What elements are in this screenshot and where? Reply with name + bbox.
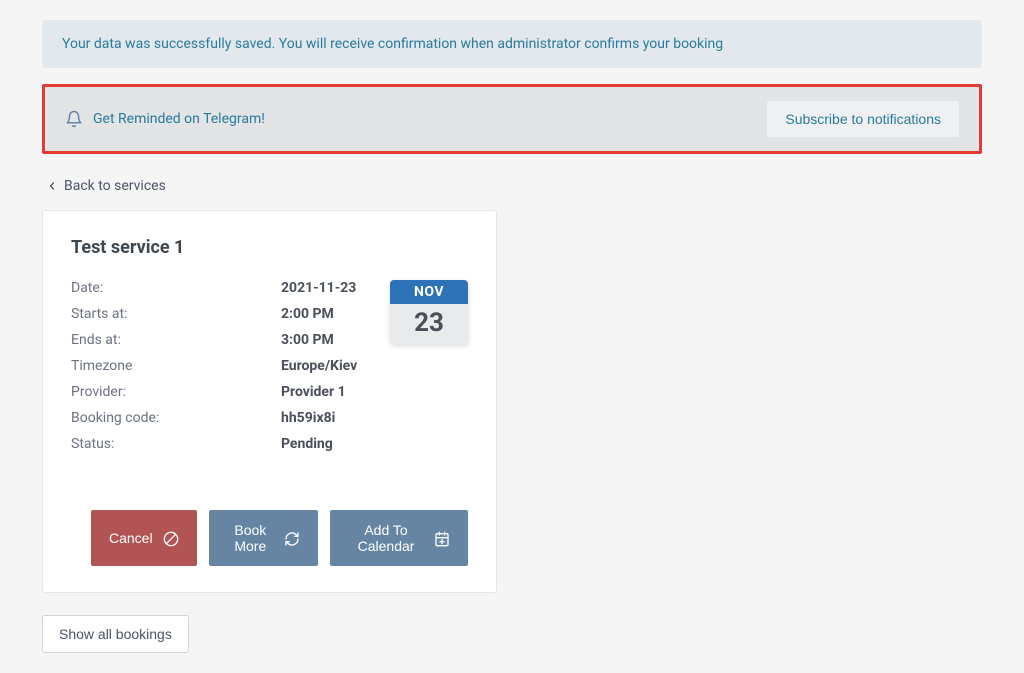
date-tile: NOV 23	[390, 280, 468, 344]
chevron-left-icon	[46, 178, 58, 194]
bell-icon	[65, 110, 83, 128]
notification-bar: Get Reminded on Telegram! Subscribe to n…	[42, 84, 982, 154]
book-more-button[interactable]: Book More	[209, 510, 318, 566]
info-row-timezone: Timezone Europe/Kiev	[71, 358, 374, 374]
info-value: 2:00 PM	[281, 306, 334, 322]
info-value: Europe/Kiev	[281, 358, 357, 374]
info-row-status: Status: Pending	[71, 436, 374, 452]
info-label: Booking code:	[71, 410, 281, 426]
info-row-ends: Ends at: 3:00 PM	[71, 332, 374, 348]
date-tile-month: NOV	[390, 280, 468, 304]
back-link-label: Back to services	[64, 178, 166, 194]
subscribe-button[interactable]: Subscribe to notifications	[767, 101, 959, 137]
info-value: Provider 1	[281, 384, 346, 400]
info-label: Status:	[71, 436, 281, 452]
info-label: Provider:	[71, 384, 281, 400]
cancel-button[interactable]: Cancel	[91, 510, 197, 566]
info-value: 3:00 PM	[281, 332, 334, 348]
info-label: Date:	[71, 280, 281, 296]
date-tile-day: 23	[390, 304, 468, 344]
booking-card: Test service 1 Date: 2021-11-23 Starts a…	[42, 210, 497, 593]
reminder-text: Get Reminded on Telegram!	[93, 111, 265, 127]
add-calendar-label: Add To Calendar	[348, 522, 424, 554]
info-row-date: Date: 2021-11-23	[71, 280, 374, 296]
add-to-calendar-button[interactable]: Add To Calendar	[330, 510, 468, 566]
alert-message: Your data was successfully saved. You wi…	[62, 36, 723, 52]
book-more-label: Book More	[227, 522, 274, 554]
info-label: Starts at:	[71, 306, 281, 322]
info-value: hh59ix8i	[281, 410, 335, 426]
show-all-bookings-button[interactable]: Show all bookings	[42, 615, 189, 653]
refresh-icon	[284, 529, 300, 546]
info-row-provider: Provider: Provider 1	[71, 384, 374, 400]
success-alert: Your data was successfully saved. You wi…	[42, 20, 982, 68]
info-row-code: Booking code: hh59ix8i	[71, 410, 374, 426]
info-label: Ends at:	[71, 332, 281, 348]
info-value: 2021-11-23	[281, 280, 356, 296]
booking-title: Test service 1	[71, 237, 468, 258]
info-label: Timezone	[71, 358, 281, 374]
cancel-label: Cancel	[109, 530, 153, 546]
cancel-icon	[163, 529, 179, 546]
info-row-starts: Starts at: 2:00 PM	[71, 306, 374, 322]
calendar-plus-icon	[434, 529, 450, 546]
info-value: Pending	[281, 436, 333, 452]
back-to-services-link[interactable]: Back to services	[42, 178, 170, 194]
